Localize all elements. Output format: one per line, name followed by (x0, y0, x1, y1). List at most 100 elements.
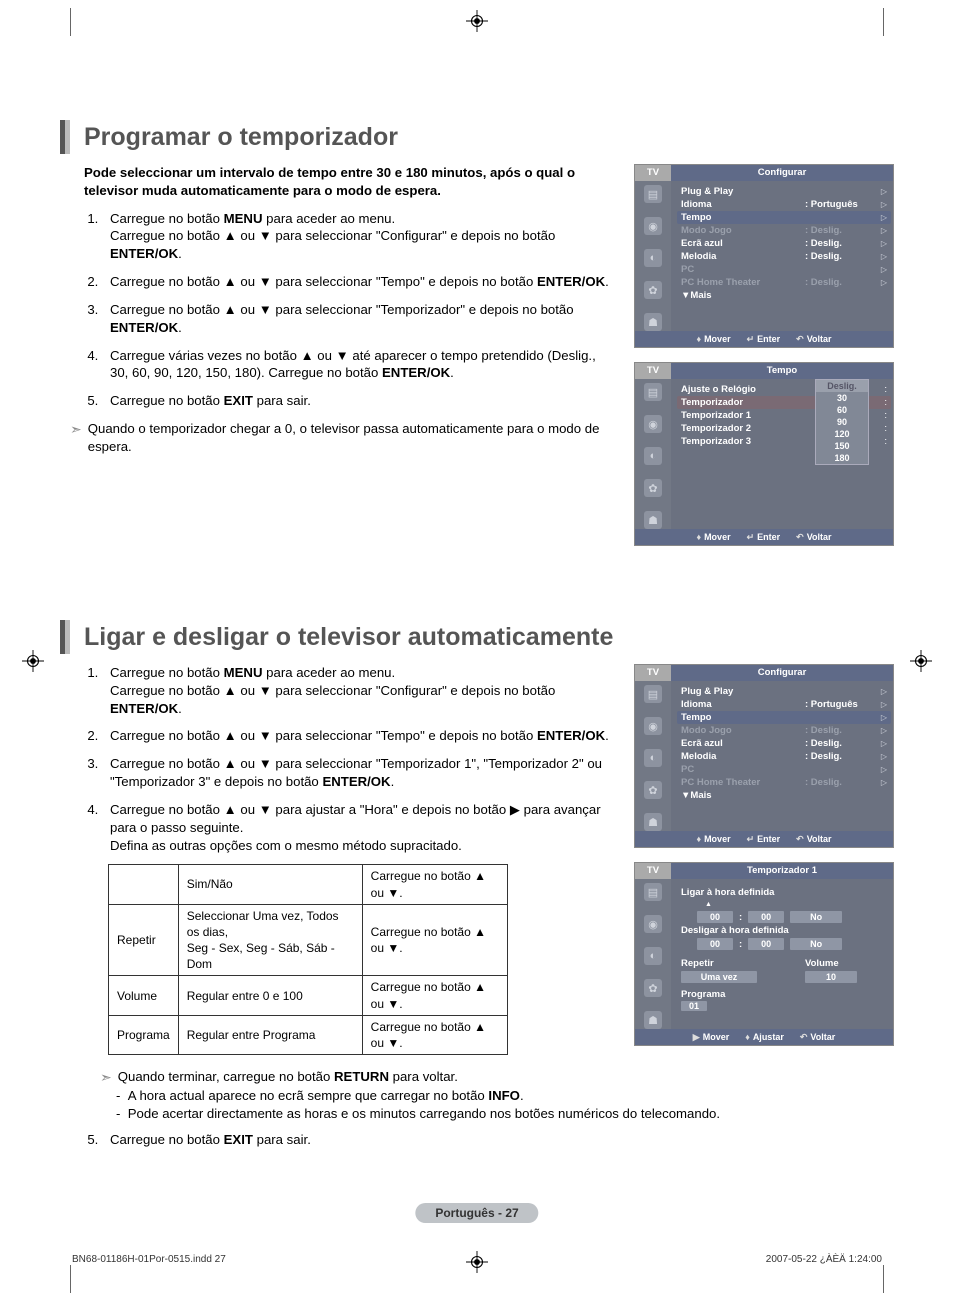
section-1-steps: Carregue no botão MENU para aceder ao me… (84, 210, 614, 410)
osd-sidebar-icons: ▤ ◉ ◐ ✿ ☗ (635, 379, 671, 529)
chevron-right-icon (877, 712, 887, 723)
section-1-note: Quando o temporizador chegar a 0, o tele… (70, 420, 614, 456)
voltar-hint: ↶Voltar (800, 1032, 835, 1043)
osd-tv-label: TV (635, 863, 671, 879)
dash-item: - Pode acertar directamente as horas e o… (128, 1105, 894, 1123)
sound-icon: ◉ (644, 915, 662, 933)
ajustar-hint: ♦Ajustar (745, 1032, 784, 1042)
step-4: Carregue várias vezes no botão ▲ ou ▼ at… (102, 347, 614, 383)
on-enable: No (790, 911, 842, 923)
sound-icon: ◉ (644, 217, 662, 235)
table-row: Repetir Seleccionar Uma vez, Todos os di… (109, 904, 508, 976)
osd-sidebar-icons: ▤ ◉ ◐ ✿ ☗ (635, 681, 671, 831)
step-1: Carregue no botão MENU para aceder ao me… (102, 664, 614, 717)
input-icon: ☗ (644, 1011, 662, 1029)
crop-mark (883, 1265, 884, 1293)
chevron-right-icon (877, 264, 887, 275)
chevron-right-icon (877, 751, 887, 762)
settings-table: Sim/Não Carregue no botão ▲ ou ▼. Repeti… (108, 864, 508, 1055)
step-2: Carregue no botão ▲ ou ▼ para selecciona… (102, 273, 614, 291)
chevron-right-icon (877, 238, 887, 249)
chevron-right-icon (877, 251, 887, 262)
channel-icon: ◐ (644, 947, 662, 965)
chevron-up-icon (705, 898, 712, 909)
registration-mark-icon (22, 650, 44, 672)
osd-title: Configurar (671, 665, 893, 681)
on-hour: 00 (697, 911, 733, 923)
step-3: Carregue no botão ▲ ou ▼ para selecciona… (102, 755, 614, 791)
table-row: Volume Regular entre 0 e 100 Carregue no… (109, 976, 508, 1015)
osd-title: Configurar (671, 165, 893, 181)
off-minute: 00 (748, 938, 784, 950)
footer-left: BN68-01186H-01Por-0515.indd 27 (72, 1254, 226, 1265)
chevron-right-icon (877, 738, 887, 749)
osd-temporizador-1: TV Temporizador 1 ▤ ◉ ◐ ✿ ☗ Ligar à hora… (634, 862, 894, 1046)
picture-icon: ▤ (644, 383, 662, 401)
sound-icon: ◉ (644, 415, 662, 433)
chevron-right-icon (877, 686, 887, 697)
input-icon: ☗ (644, 511, 662, 529)
volume-label: Volume (805, 958, 857, 969)
section-2-steps: Carregue no botão MENU para aceder ao me… (84, 664, 614, 854)
setup-icon: ✿ (644, 781, 662, 799)
step-4: Carregue no botão ▲ ou ▼ para ajustar a … (102, 801, 614, 854)
section-1-intro: Pode seleccionar um intervalo de tempo e… (84, 164, 614, 200)
on-minute: 00 (748, 911, 784, 923)
osd-tv-label: TV (635, 165, 671, 181)
repetir-value: Uma vez (681, 971, 757, 983)
osd-sidebar-icons: ▤ ◉ ◐ ✿ ☗ (635, 879, 671, 1029)
mover-hint: ♦Mover (696, 334, 730, 344)
crop-mark (883, 8, 884, 36)
volume-value: 10 (805, 971, 857, 983)
crop-mark (70, 8, 71, 36)
table-row: Programa Regular entre Programa Carregue… (109, 1015, 508, 1054)
osd-title: Tempo (671, 363, 893, 379)
step-5: Carregue no botão EXIT para sair. (102, 392, 614, 410)
osd-configurar-2: TV Configurar ▤ ◉ ◐ ✿ ☗ Plug & Play Idio… (634, 664, 894, 848)
chevron-right-icon (877, 764, 887, 775)
enter-hint: ↵Enter (747, 532, 781, 543)
picture-icon: ▤ (644, 685, 662, 703)
channel-icon: ◐ (644, 249, 662, 267)
off-hour: 00 (697, 938, 733, 950)
programa-value: 01 (681, 1001, 707, 1011)
osd-configurar: TV Configurar ▤ ◉ ◐ ✿ ☗ Plug & Play Idio… (634, 164, 894, 348)
section-1-heading: Programar o temporizador (84, 123, 398, 152)
chevron-right-icon (877, 777, 887, 788)
osd-sidebar-icons: ▤ ◉ ◐ ✿ ☗ (635, 181, 671, 331)
chevron-right-icon (877, 212, 887, 223)
chevron-right-icon (877, 225, 887, 236)
section-2-title: Ligar e desligar o televisor automaticam… (60, 620, 894, 654)
registration-mark-icon (466, 10, 488, 32)
osd-tv-label: TV (635, 363, 671, 379)
enter-hint: ↵Enter (747, 834, 781, 845)
setup-icon: ✿ (644, 281, 662, 299)
footer-right: 2007-05-22 ¿ÀÈÄ 1:24:00 (766, 1254, 882, 1265)
enter-hint: ↵Enter (747, 334, 781, 345)
osd-title: Temporizador 1 (671, 863, 893, 879)
mover-hint: ▶Mover (693, 1032, 729, 1043)
voltar-hint: ↶Voltar (796, 334, 831, 345)
setup-icon: ✿ (644, 979, 662, 997)
title-bar-icon (60, 120, 70, 154)
osd-tv-label: TV (635, 665, 671, 681)
chevron-right-icon (877, 277, 887, 288)
chevron-right-icon (877, 186, 887, 197)
desligar-label: Desligar à hora definida (681, 925, 883, 936)
title-bar-icon (60, 620, 70, 654)
step-2: Carregue no botão ▲ ou ▼ para selecciona… (102, 727, 614, 745)
crop-mark (70, 1265, 71, 1293)
registration-mark-icon (910, 650, 932, 672)
page-number-badge: Português - 27 (415, 1203, 538, 1223)
after-table-notes: Quando terminar, carregue no botão RETUR… (60, 1068, 894, 1148)
section-1-title: Programar o temporizador (60, 120, 894, 154)
picture-icon: ▤ (644, 883, 662, 901)
chevron-right-icon (877, 725, 887, 736)
chevron-right-icon (877, 199, 887, 210)
channel-icon: ◐ (644, 447, 662, 465)
voltar-hint: ↶Voltar (796, 834, 831, 845)
mover-hint: ♦Mover (696, 834, 730, 844)
repetir-label: Repetir (681, 958, 757, 969)
dash-item: - A hora actual aparece no ecrã sempre q… (128, 1087, 894, 1105)
step-3: Carregue no botão ▲ ou ▼ para selecciona… (102, 301, 614, 337)
